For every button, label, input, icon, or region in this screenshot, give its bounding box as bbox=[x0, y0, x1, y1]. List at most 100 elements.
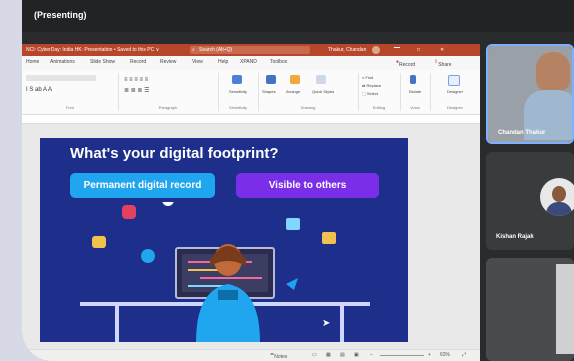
shared-powerpoint-window: NCI: CyberDay: India HK: Presentation • … bbox=[22, 44, 480, 361]
arrange-label: Arrange bbox=[286, 89, 301, 94]
meeting-window: (Presenting) NCI: CyberDay: India HK: Pr… bbox=[22, 0, 574, 361]
powerpoint-user-name: Thakur, Chandan bbox=[328, 47, 367, 53]
arrange-icon[interactable] bbox=[290, 75, 300, 84]
menu-slide-show[interactable]: Slide Show bbox=[90, 59, 115, 65]
partial-video bbox=[556, 264, 574, 354]
instagram-icon bbox=[122, 205, 136, 219]
menu-help[interactable]: Help bbox=[218, 59, 228, 65]
sensitivity-icon[interactable] bbox=[232, 75, 242, 84]
notes-label: Notes bbox=[274, 354, 288, 360]
font-name-box[interactable] bbox=[26, 75, 96, 81]
reading-view-icon[interactable]: ▤ bbox=[340, 352, 345, 358]
font-format-icons[interactable]: I S ab A A bbox=[26, 87, 52, 93]
powerpoint-title-bar: NCI: CyberDay: India HK: Presentation • … bbox=[22, 44, 480, 56]
ribbon-group-voice: Dictate Voice bbox=[400, 73, 431, 111]
find-button[interactable]: ⌕ Find bbox=[362, 75, 373, 80]
ribbon-group-label: Paragraph bbox=[158, 105, 178, 110]
slideshow-icon[interactable]: ▣ bbox=[354, 352, 359, 358]
user-avatar bbox=[372, 46, 380, 54]
presenting-title: (Presenting) bbox=[34, 10, 87, 20]
facebook-icon bbox=[162, 202, 174, 206]
meeting-top-bar: (Presenting) bbox=[22, 0, 574, 32]
ribbon-group-drawing: Shapes Arrange Quick Styles Drawing bbox=[258, 73, 359, 111]
ribbon-group-label: Editing bbox=[372, 105, 386, 110]
select-button[interactable]: ⬚ Select bbox=[362, 91, 378, 96]
record-button[interactable]: ● Record bbox=[396, 59, 415, 68]
ribbon-group-label: Sensitivity bbox=[228, 105, 247, 110]
participant-avatar bbox=[540, 178, 574, 216]
participant-tile-kishan[interactable]: Kishan Rajak bbox=[486, 152, 574, 250]
pill-permanent-digital-record: Permanent digital record bbox=[70, 173, 215, 198]
menu-view[interactable]: View bbox=[192, 59, 203, 65]
ribbon-group-font: I S ab A A Font bbox=[22, 73, 119, 111]
menu-record[interactable]: Record bbox=[130, 59, 146, 65]
find-label: Find bbox=[365, 75, 374, 80]
ribbon-group-paragraph: ≡ ≡ ≡ ≡ ≡ ≣ ≣ ≣ ☰ Paragraph bbox=[118, 73, 219, 111]
menu-toolbox[interactable]: Toolbox bbox=[270, 59, 287, 65]
ribbon-group-sensitivity: Sensitivity Sensitivity bbox=[218, 73, 259, 111]
record-label: Record bbox=[399, 62, 416, 68]
designer-icon[interactable] bbox=[448, 75, 460, 86]
shapes-label: Shapes bbox=[262, 89, 276, 94]
replace-label: Replace bbox=[366, 83, 382, 88]
powerpoint-status-bar: ≐ Notes ▭ ▦ ▤ ▣ − + 63% ⤢ bbox=[22, 349, 480, 361]
ribbon-group-designer: Designer Designer bbox=[430, 73, 480, 111]
horizontal-ruler bbox=[22, 115, 480, 124]
quick-styles-icon[interactable] bbox=[316, 75, 326, 84]
notes-button[interactable]: ≐ Notes bbox=[270, 352, 287, 360]
share-label: Share bbox=[438, 62, 452, 68]
slide-sorter-icon[interactable]: ▦ bbox=[326, 352, 331, 358]
menu-home[interactable]: Home bbox=[26, 59, 39, 65]
quick-styles-label: Quick Styles bbox=[312, 89, 335, 94]
participant-name: Chandan Thakur bbox=[498, 130, 546, 136]
participant-tile-partial[interactable] bbox=[486, 258, 574, 361]
powerpoint-file-title: NCI: CyberDay: India HK: Presentation • … bbox=[26, 47, 160, 53]
select-label: Select bbox=[366, 91, 379, 96]
telegram-icon bbox=[141, 249, 155, 263]
ribbon-group-label: Font bbox=[65, 105, 74, 110]
ribbon-group-editing: ⌕ Find ⇄ Replace ⬚ Select Editing bbox=[358, 73, 401, 111]
participant-name: Kishan Rajak bbox=[496, 234, 534, 240]
participant-tile-chandan[interactable]: Chandan Thakur bbox=[486, 44, 574, 144]
share-button[interactable]: ⇪ Share bbox=[434, 59, 452, 68]
twitter-icon bbox=[286, 278, 298, 290]
mouse-cursor-icon: ➤ bbox=[322, 318, 331, 329]
search-placeholder: Search (Alt+Q) bbox=[199, 47, 233, 53]
minimize-icon[interactable] bbox=[394, 47, 400, 48]
menu-animations[interactable]: Animations bbox=[50, 59, 75, 65]
sensitivity-button-label: Sensitivity bbox=[228, 89, 247, 94]
paragraph-icons[interactable]: ≡ ≡ ≡ ≡ ≡ bbox=[124, 77, 148, 83]
participant-face bbox=[536, 52, 570, 92]
microphone-icon[interactable] bbox=[410, 75, 416, 84]
message-icon bbox=[92, 236, 106, 248]
close-icon[interactable]: ✕ bbox=[440, 44, 444, 56]
zoom-in-icon[interactable]: + bbox=[428, 352, 431, 358]
ribbon-group-label: Designer bbox=[446, 105, 463, 110]
powerpoint-menu-bar: Home Animations Slide Show Record Review… bbox=[22, 56, 480, 71]
dictate-label: Dictate bbox=[408, 89, 422, 94]
menu-xpand[interactable]: XPAND bbox=[240, 59, 257, 65]
pill-visible-to-others: Visible to others bbox=[236, 173, 379, 198]
fit-slide-icon[interactable]: ⤢ bbox=[462, 352, 466, 358]
zoom-out-icon[interactable]: − bbox=[370, 352, 373, 358]
maximize-icon[interactable]: □ bbox=[417, 44, 420, 56]
avatar-body bbox=[546, 202, 572, 216]
alignment-icons[interactable]: ≣ ≣ ≣ ☰ bbox=[124, 87, 149, 94]
replace-button[interactable]: ⇄ Replace bbox=[362, 83, 381, 88]
slide-editing-area: What's your digital footprint? Permanent… bbox=[22, 124, 480, 349]
normal-view-icon[interactable]: ▭ bbox=[312, 352, 317, 358]
slide-title: What's your digital footprint? bbox=[70, 145, 279, 162]
designer-label: Designer bbox=[446, 89, 463, 94]
chat-icon bbox=[286, 218, 300, 230]
current-slide: What's your digital footprint? Permanent… bbox=[40, 138, 408, 342]
ribbon-group-label: Drawing bbox=[300, 105, 316, 110]
menu-review[interactable]: Review bbox=[160, 59, 176, 65]
powerpoint-ribbon: I S ab A A Font ≡ ≡ ≡ ≡ ≡ ≣ ≣ ≣ ☰ Paragr… bbox=[22, 70, 480, 115]
shapes-icon[interactable] bbox=[266, 75, 276, 84]
ribbon-group-label: Voice bbox=[410, 105, 420, 110]
avatar-face bbox=[552, 186, 566, 202]
powerpoint-search-box[interactable]: ⌕ Search (Alt+Q) bbox=[190, 46, 310, 54]
search-icon: ⌕ bbox=[192, 47, 195, 53]
zoom-slider[interactable] bbox=[380, 355, 424, 356]
zoom-level: 63% bbox=[440, 352, 451, 358]
